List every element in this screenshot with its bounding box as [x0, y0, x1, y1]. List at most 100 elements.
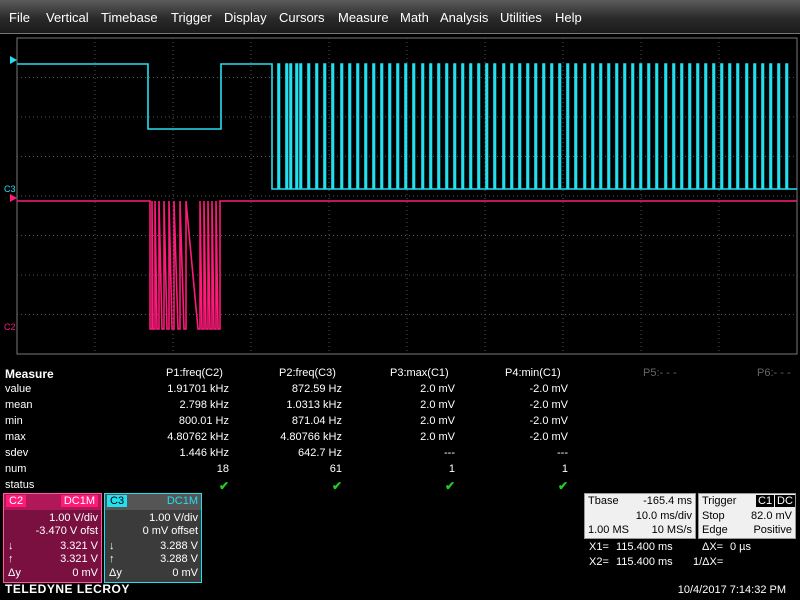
menu-math[interactable]: Math	[400, 10, 429, 25]
menu-timebase[interactable]: Timebase	[101, 10, 158, 25]
trigger-level: 82.0 mV	[751, 510, 792, 522]
measure-value: 1.91701 kHz	[167, 383, 229, 395]
c2-ground-marker	[10, 194, 17, 202]
waveform-svg	[10, 37, 798, 355]
measure-value: -2.0 mV	[529, 383, 568, 395]
param-header-p5[interactable]: P5:- - -	[643, 367, 677, 379]
c3-high: 3.288 V	[160, 553, 198, 565]
cursor-x2-label: X2=	[589, 556, 609, 568]
timebase-descriptor[interactable]: Tbase -165.4 ms 10.0 ms/div 1.00 MS 10 M…	[584, 493, 696, 539]
waveform-display[interactable]: C3 C2	[0, 34, 800, 364]
c3-coupling: DC1M	[166, 495, 198, 507]
brand-logo: TELEDYNE LECROY	[5, 582, 130, 596]
status-check-icon: ✔	[557, 479, 568, 493]
measure-value: 2.0 mV	[420, 431, 455, 443]
menu-trigger[interactable]: Trigger	[171, 10, 212, 25]
c2-trace-label[interactable]: C2	[4, 322, 16, 332]
c3-high-icon: ↑	[109, 553, 115, 565]
datetime: 10/4/2017 7:14:32 PM	[677, 584, 786, 596]
measure-value: 1	[448, 463, 455, 475]
trigger-label: Trigger	[702, 495, 737, 507]
measure-value: 4.80762 kHz	[167, 431, 229, 443]
menu-analysis[interactable]: Analysis	[440, 10, 488, 25]
c3-descriptor[interactable]: C3 DC1M 1.00 V/div 0 mV offset ↓ 3.288 V…	[104, 493, 202, 583]
c3-offset: 0 mV offset	[142, 525, 198, 537]
timebase-label: Tbase	[588, 495, 619, 507]
trigger-mode: Stop	[702, 510, 725, 522]
menu-cursors[interactable]: Cursors	[279, 10, 325, 25]
menu-vertical[interactable]: Vertical	[46, 10, 89, 25]
c2-high: 3.321 V	[60, 553, 98, 565]
c3-dy-label: Δy	[109, 567, 122, 579]
measure-value: 800.01 Hz	[178, 415, 229, 427]
trigger-type: Edge	[702, 524, 728, 536]
measure-value: 872.59 Hz	[291, 383, 342, 395]
measure-value: 1	[561, 463, 568, 475]
c3-vdiv: 1.00 V/div	[149, 512, 198, 524]
menu-utilities[interactable]: Utilities	[500, 10, 542, 25]
menu-display[interactable]: Display	[224, 10, 267, 25]
c2-vdiv: 1.00 V/div	[49, 512, 98, 524]
measure-value: 61	[329, 463, 342, 475]
measure-row-label: mean	[5, 399, 33, 411]
measure-value: -2.0 mV	[529, 431, 568, 443]
c2-coupling: DC1M	[60, 495, 98, 507]
measure-table[interactable]: Measure P1:freq(C2) P2:freq(C3) P3:max(C…	[0, 365, 800, 493]
measure-value: ---	[444, 447, 455, 459]
c2-dy-label: Δy	[8, 567, 21, 579]
menu-measure[interactable]: Measure	[338, 10, 389, 25]
c3-name: C3	[107, 495, 128, 507]
measure-value: 2.0 mV	[420, 399, 455, 411]
menu-help[interactable]: Help	[555, 10, 582, 25]
measure-row-label: status	[5, 479, 35, 491]
param-header-p6[interactable]: P6:- - -	[757, 367, 791, 379]
measure-value: -2.0 mV	[529, 399, 568, 411]
cursor-inv-dx-label: 1/ΔX=	[693, 556, 724, 568]
trigger-descriptor[interactable]: Trigger C1 DC Stop 82.0 mV Edge Positive	[698, 493, 796, 539]
measure-value: ---	[557, 447, 568, 459]
measure-value: 2.798 kHz	[179, 399, 229, 411]
c3-low: 3.288 V	[160, 540, 198, 552]
c2-name: C2	[6, 495, 27, 507]
cursor-x1: 115.400 ms	[616, 541, 673, 553]
c2-waveform-trace	[17, 200, 797, 330]
param-header-p3[interactable]: P3:max(C1)	[390, 367, 449, 379]
measure-title: Measure	[5, 367, 54, 381]
param-header-p2[interactable]: P2:freq(C3)	[279, 367, 336, 379]
timebase-delay: -165.4 ms	[643, 495, 692, 507]
timebase-rate: 10 MS/s	[651, 524, 692, 536]
trigger-source: C1	[756, 495, 775, 507]
menu-bar: File Vertical Timebase Trigger Display C…	[0, 0, 800, 34]
c3-trace-label[interactable]: C3	[4, 184, 16, 194]
param-header-p4[interactable]: P4:min(C1)	[505, 367, 561, 379]
c2-high-icon: ↑	[8, 553, 14, 565]
c3-low-icon: ↓	[109, 540, 115, 552]
c2-descriptor[interactable]: C2 DC1M 1.00 V/div -3.470 V ofst ↓ 3.321…	[3, 493, 102, 583]
timebase-tdiv: 10.0 ms/div	[635, 510, 692, 522]
cursor-dx-label: ΔX=	[702, 541, 724, 553]
trigger-slope: Positive	[753, 524, 792, 536]
measure-row-label: min	[5, 415, 23, 427]
timebase-samples: 1.00 MS	[588, 524, 629, 536]
cursor-dx: 0 µs	[730, 541, 752, 553]
c2-dy: 0 mV	[72, 567, 98, 579]
measure-value: 2.0 mV	[420, 415, 455, 427]
menu-file[interactable]: File	[9, 10, 30, 25]
measure-value: 1.446 kHz	[179, 447, 229, 459]
status-check-icon: ✔	[444, 479, 455, 493]
c2-offset: -3.470 V ofst	[35, 525, 98, 537]
measure-row-label: sdev	[5, 447, 29, 459]
c3-dy: 0 mV	[172, 567, 198, 579]
measure-row-label: num	[5, 463, 27, 475]
c3-ground-marker	[10, 56, 17, 64]
measure-row-label: max	[5, 431, 26, 443]
cursor-x2: 115.400 ms	[616, 556, 673, 568]
measure-value: 1.0313 kHz	[286, 399, 342, 411]
measure-value: 871.04 Hz	[291, 415, 342, 427]
cursor-x1-label: X1=	[589, 541, 609, 553]
measure-value: 642.7 Hz	[297, 447, 342, 459]
param-header-p1[interactable]: P1:freq(C2)	[166, 367, 223, 379]
measure-value: 18	[216, 463, 229, 475]
c2-low: 3.321 V	[60, 540, 98, 552]
measure-value: -2.0 mV	[529, 415, 568, 427]
